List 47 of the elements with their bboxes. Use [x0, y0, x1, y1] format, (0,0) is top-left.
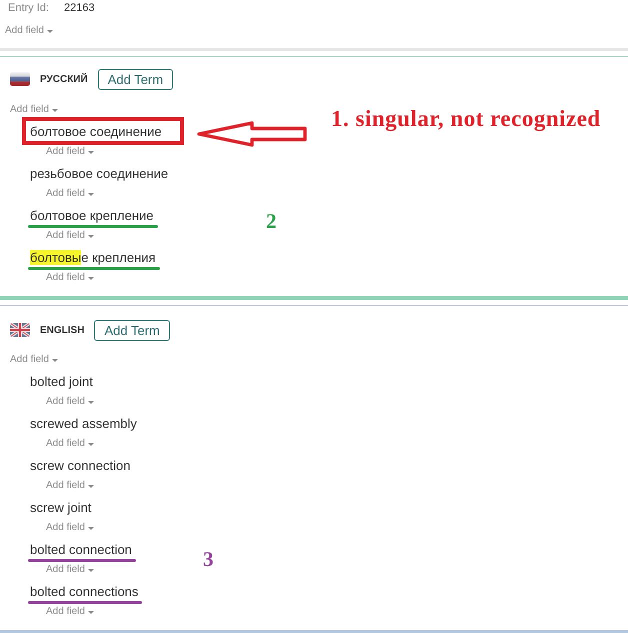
caret-icon: [88, 150, 94, 154]
add-field-button[interactable]: Add field: [46, 479, 94, 493]
term-text: screw connection: [30, 457, 130, 475]
term-text: screwed assembly: [30, 415, 137, 433]
term-text: bolted joint: [30, 373, 93, 391]
caret-icon: [88, 610, 94, 614]
add-field-button[interactable]: Add field: [46, 563, 94, 577]
entry-id-value: 22163: [64, 0, 95, 16]
add-term-button[interactable]: Add Term: [98, 68, 174, 90]
caret-icon: [88, 484, 94, 488]
add-field-button[interactable]: Add field: [46, 521, 94, 535]
add-field-button[interactable]: Add field: [46, 229, 94, 243]
term-text: болтовое крепление: [30, 207, 154, 225]
term-text: болтовое соединение: [30, 123, 162, 141]
annotation-label: 2: [266, 209, 276, 233]
term-text: bolted connections: [30, 583, 138, 601]
annotation-label: 1. singular, not recognized: [331, 106, 601, 132]
add-field-button[interactable]: Add field: [46, 605, 94, 619]
term-text: резьбовое соединение: [30, 165, 168, 183]
add-field-button[interactable]: Add field: [10, 103, 58, 117]
caret-icon: [88, 400, 94, 404]
add-field-button[interactable]: Add field: [46, 145, 94, 159]
add-field-button[interactable]: Add field: [46, 437, 94, 451]
add-field-button[interactable]: Add field: [10, 353, 58, 367]
entry-id-label: Entry Id:: [8, 0, 50, 16]
term-text: bolted connection: [30, 541, 132, 559]
caret-icon: [52, 108, 58, 112]
language-name: РУССКИЙ: [40, 72, 88, 86]
term-text: болтовые крепления: [30, 249, 156, 267]
caret-icon: [52, 358, 58, 362]
add-field-button[interactable]: Add field: [46, 271, 94, 285]
add-term-button[interactable]: Add Term: [94, 320, 170, 340]
caret-icon: [46, 30, 53, 32]
flag-icon: [10, 72, 30, 86]
caret-icon: [88, 234, 94, 238]
term-text: screw joint: [30, 499, 92, 517]
add-field-button[interactable]: Add field: [46, 187, 94, 201]
caret-icon: [88, 568, 94, 572]
caret-icon: [88, 276, 94, 280]
language-name: ENGLISH: [40, 324, 84, 338]
add-field-button[interactable]: Add field: [5, 24, 53, 38]
caret-icon: [88, 526, 94, 530]
flag-icon: [10, 323, 30, 337]
add-field-button[interactable]: Add field: [46, 395, 94, 409]
annotation-label: 3: [203, 547, 214, 571]
caret-icon: [88, 442, 94, 446]
caret-icon: [88, 192, 94, 196]
